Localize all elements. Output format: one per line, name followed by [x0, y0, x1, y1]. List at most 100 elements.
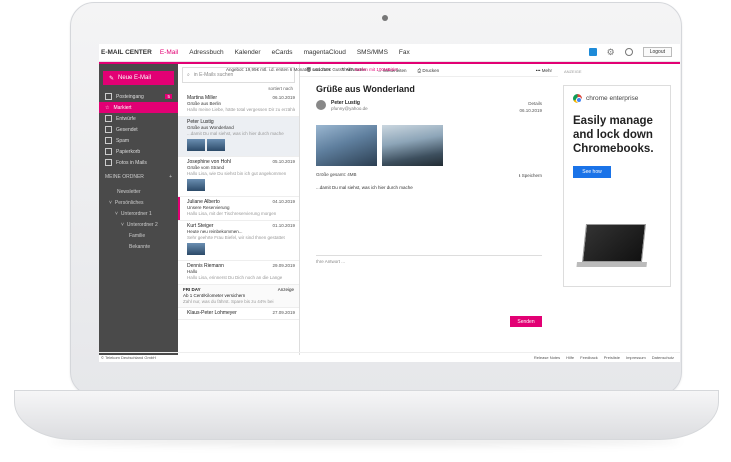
message-preview: Hallo meine Liebe, hätte total vergessen… — [187, 107, 295, 112]
list-item[interactable]: Klaus-Peter Lohmeyer 27.09.2019 — [178, 308, 299, 320]
subfolder-bekannte[interactable]: Bekannte — [99, 241, 178, 252]
ad-text: Zahl nur, was du fährst. Spare bis zu 44… — [183, 299, 274, 304]
attachment-photo-city[interactable] — [316, 125, 377, 166]
reply-input[interactable]: Ihre Antwort ... — [316, 255, 542, 299]
photo-thumbnail — [187, 179, 205, 191]
folder-spam[interactable]: Spam — [99, 135, 178, 146]
ad-label: ANZEIGE — [564, 69, 582, 74]
message-subject-title: Grüße aus Wonderland — [316, 84, 415, 94]
nav-adressbuch[interactable]: Adressbuch — [189, 49, 223, 56]
sender-email: pfunny@yahoo.de — [331, 106, 368, 111]
reading-pane: 🗑 Löschen ↰ Antworten → Weiterleiten ⎙ D… — [300, 64, 558, 355]
print-button[interactable]: ⎙ Drucken — [418, 68, 440, 73]
list-item-selected[interactable]: Peter Lustig Grüße aus Wonderland ...dam… — [178, 117, 299, 157]
list-ad[interactable]: FRI DAY Anzeige Ab 1 Cent/Kilometer vers… — [178, 285, 299, 308]
subfolder-unterordner-1[interactable]: ˅ Unterordner 1 — [99, 208, 178, 219]
footer-link[interactable]: Datenschutz — [652, 355, 674, 360]
folder-entwuerfe[interactable]: Entwürfe — [99, 113, 178, 124]
user-icon[interactable] — [624, 48, 633, 56]
nav-magentacloud[interactable]: magentaCloud — [304, 49, 346, 56]
list-item[interactable]: Kurt Steiger 01.10.2019 Heute neu reinbe… — [178, 221, 299, 261]
new-mail-button[interactable]: ✎ Neue E-Mail — [103, 71, 174, 85]
logout-button[interactable]: Logout — [642, 47, 672, 57]
footer-links: Release Notes Hilfe Feedback Preisliste … — [534, 355, 680, 360]
sort-selector[interactable]: sortiert nach — [178, 86, 299, 91]
message-preview: Hallo Lisa, wie Du siehst bin ich gut an… — [187, 171, 287, 176]
message-body: ...damit Du mal siehst, was ich hier dur… — [316, 185, 413, 190]
folder-papierkorb[interactable]: Papierkorb — [99, 146, 178, 157]
nav-kalender[interactable]: Kalender — [235, 49, 261, 56]
attachment-size: Größe gesamt: 4MB — [316, 172, 357, 177]
gear-icon[interactable]: ⚙ — [607, 48, 615, 57]
printer-icon: ⎙ — [417, 67, 422, 73]
message-preview: ...damit Du mal siehst, was ich hier dur… — [187, 131, 284, 136]
folder-label: Fotos in Mails — [116, 159, 147, 166]
chrome-icon — [573, 94, 582, 103]
footer: © Telekom Deutschland GmbH Release Notes… — [99, 352, 680, 362]
save-label: Speichern — [521, 173, 542, 178]
star-icon: ☆ — [105, 104, 110, 111]
folder-markiert[interactable]: ☆ Markiert — [99, 102, 178, 113]
chrome-enterprise-logo: chrome enterprise — [573, 94, 670, 103]
chromebook-image — [582, 224, 646, 262]
footer-link[interactable]: Feedback — [580, 355, 598, 360]
nav-sms-mms[interactable]: SMS/MMS — [357, 49, 388, 56]
unread-badge: 5 — [165, 94, 172, 99]
folder-posteingang[interactable]: Posteingang 5 — [99, 91, 178, 102]
nav-ecards[interactable]: eCards — [272, 49, 293, 56]
send-button[interactable]: Senden — [510, 316, 542, 327]
sender-block: Peter Lustig pfunny@yahoo.de Details 06.… — [316, 100, 558, 113]
footer-link[interactable]: Hilfe — [566, 355, 574, 360]
sidebar: ✎ Neue E-Mail Posteingang 5 ☆ Markiert E… — [99, 64, 178, 355]
subfolder-familie[interactable]: Familie — [99, 230, 178, 241]
laptop-base — [14, 390, 719, 440]
photo-thumbnail — [187, 243, 205, 255]
nav-email[interactable]: E-Mail — [160, 49, 178, 56]
photo-thumbnail — [207, 139, 225, 151]
my-folders-label: MEINE ORDNER — [105, 174, 144, 180]
promo-banner[interactable]: Angebot: 19,95€ mtl. i.d. ersten 6 Monat… — [226, 67, 398, 72]
message-list: ⌕ in E-Mails suchen sortiert nach Martin… — [178, 64, 300, 355]
photo-thumbnail — [187, 139, 205, 151]
folder-fotos[interactable]: Fotos in Mails — [99, 157, 178, 168]
message-date: 05.10.2019 — [272, 159, 295, 164]
logo-text: chrome enterprise — [586, 95, 639, 102]
sent-icon — [105, 126, 112, 133]
chrome-ad[interactable]: chrome enterprise Easily manage and lock… — [563, 85, 671, 287]
brand: E-MAIL CENTER — [101, 49, 152, 56]
list-item[interactable]: Juliane Alberto 04.10.2019 Unsere Reserv… — [178, 197, 299, 221]
folder-gesendet[interactable]: Gesendet — [99, 124, 178, 135]
chevron-down-icon: ˅ — [115, 210, 118, 217]
app-icon[interactable] — [588, 48, 597, 56]
footer-link[interactable]: Impressum — [626, 355, 646, 360]
attachment-info: Größe gesamt: 4MB ⭳ Speichern — [316, 172, 542, 180]
subfolder-label: Unterordner 1 — [120, 210, 152, 217]
message-date: 06.10.2019 — [519, 108, 542, 113]
attachment-photo-rollercoaster[interactable] — [382, 125, 443, 166]
save-button[interactable]: ⭳ Speichern — [519, 172, 542, 180]
folder-label: Gesendet — [116, 126, 138, 133]
pencil-icon: ✎ — [109, 75, 115, 82]
ad-pane: ANZEIGE chrome enterprise Easily manage … — [558, 64, 680, 355]
nav-fax[interactable]: Fax — [399, 49, 410, 56]
message-preview: Sehr geehrte Frau Biefel, wir sind Ihnen… — [187, 235, 285, 240]
list-item[interactable]: Martina Miller 06.10.2019 Grüße aus Berl… — [178, 93, 299, 117]
subfolder-persoenliches[interactable]: ˅ Persönliches — [99, 197, 178, 208]
top-nav: E-MAIL CENTER E-Mail Adressbuch Kalender… — [99, 44, 680, 62]
subfolder-newsletter[interactable]: Newsletter — [99, 186, 178, 197]
camera — [382, 15, 388, 21]
see-how-button[interactable]: See how — [573, 166, 611, 178]
details-toggle[interactable]: Details — [519, 100, 542, 107]
more-button[interactable]: ••• Mehr — [536, 68, 552, 73]
photo-icon — [105, 159, 112, 166]
ad-label: Anzeige — [277, 287, 294, 292]
list-item[interactable]: Dennis Riemann 29.09.2019 Hallo Hallo Li… — [178, 261, 299, 285]
subfolder-unterordner-2[interactable]: ˅ Unterordner 2 — [99, 219, 178, 230]
message-date: 01.10.2019 — [272, 223, 295, 228]
add-folder-icon[interactable]: + — [169, 174, 172, 180]
list-item[interactable]: Josephine von Hohl 05.10.2019 Grüße vom … — [178, 157, 299, 197]
folder-label: Posteingang — [116, 93, 144, 100]
footer-link[interactable]: Release Notes — [534, 355, 560, 360]
footer-link[interactable]: Preisliste — [604, 355, 620, 360]
folder-label: Entwürfe — [116, 115, 136, 122]
